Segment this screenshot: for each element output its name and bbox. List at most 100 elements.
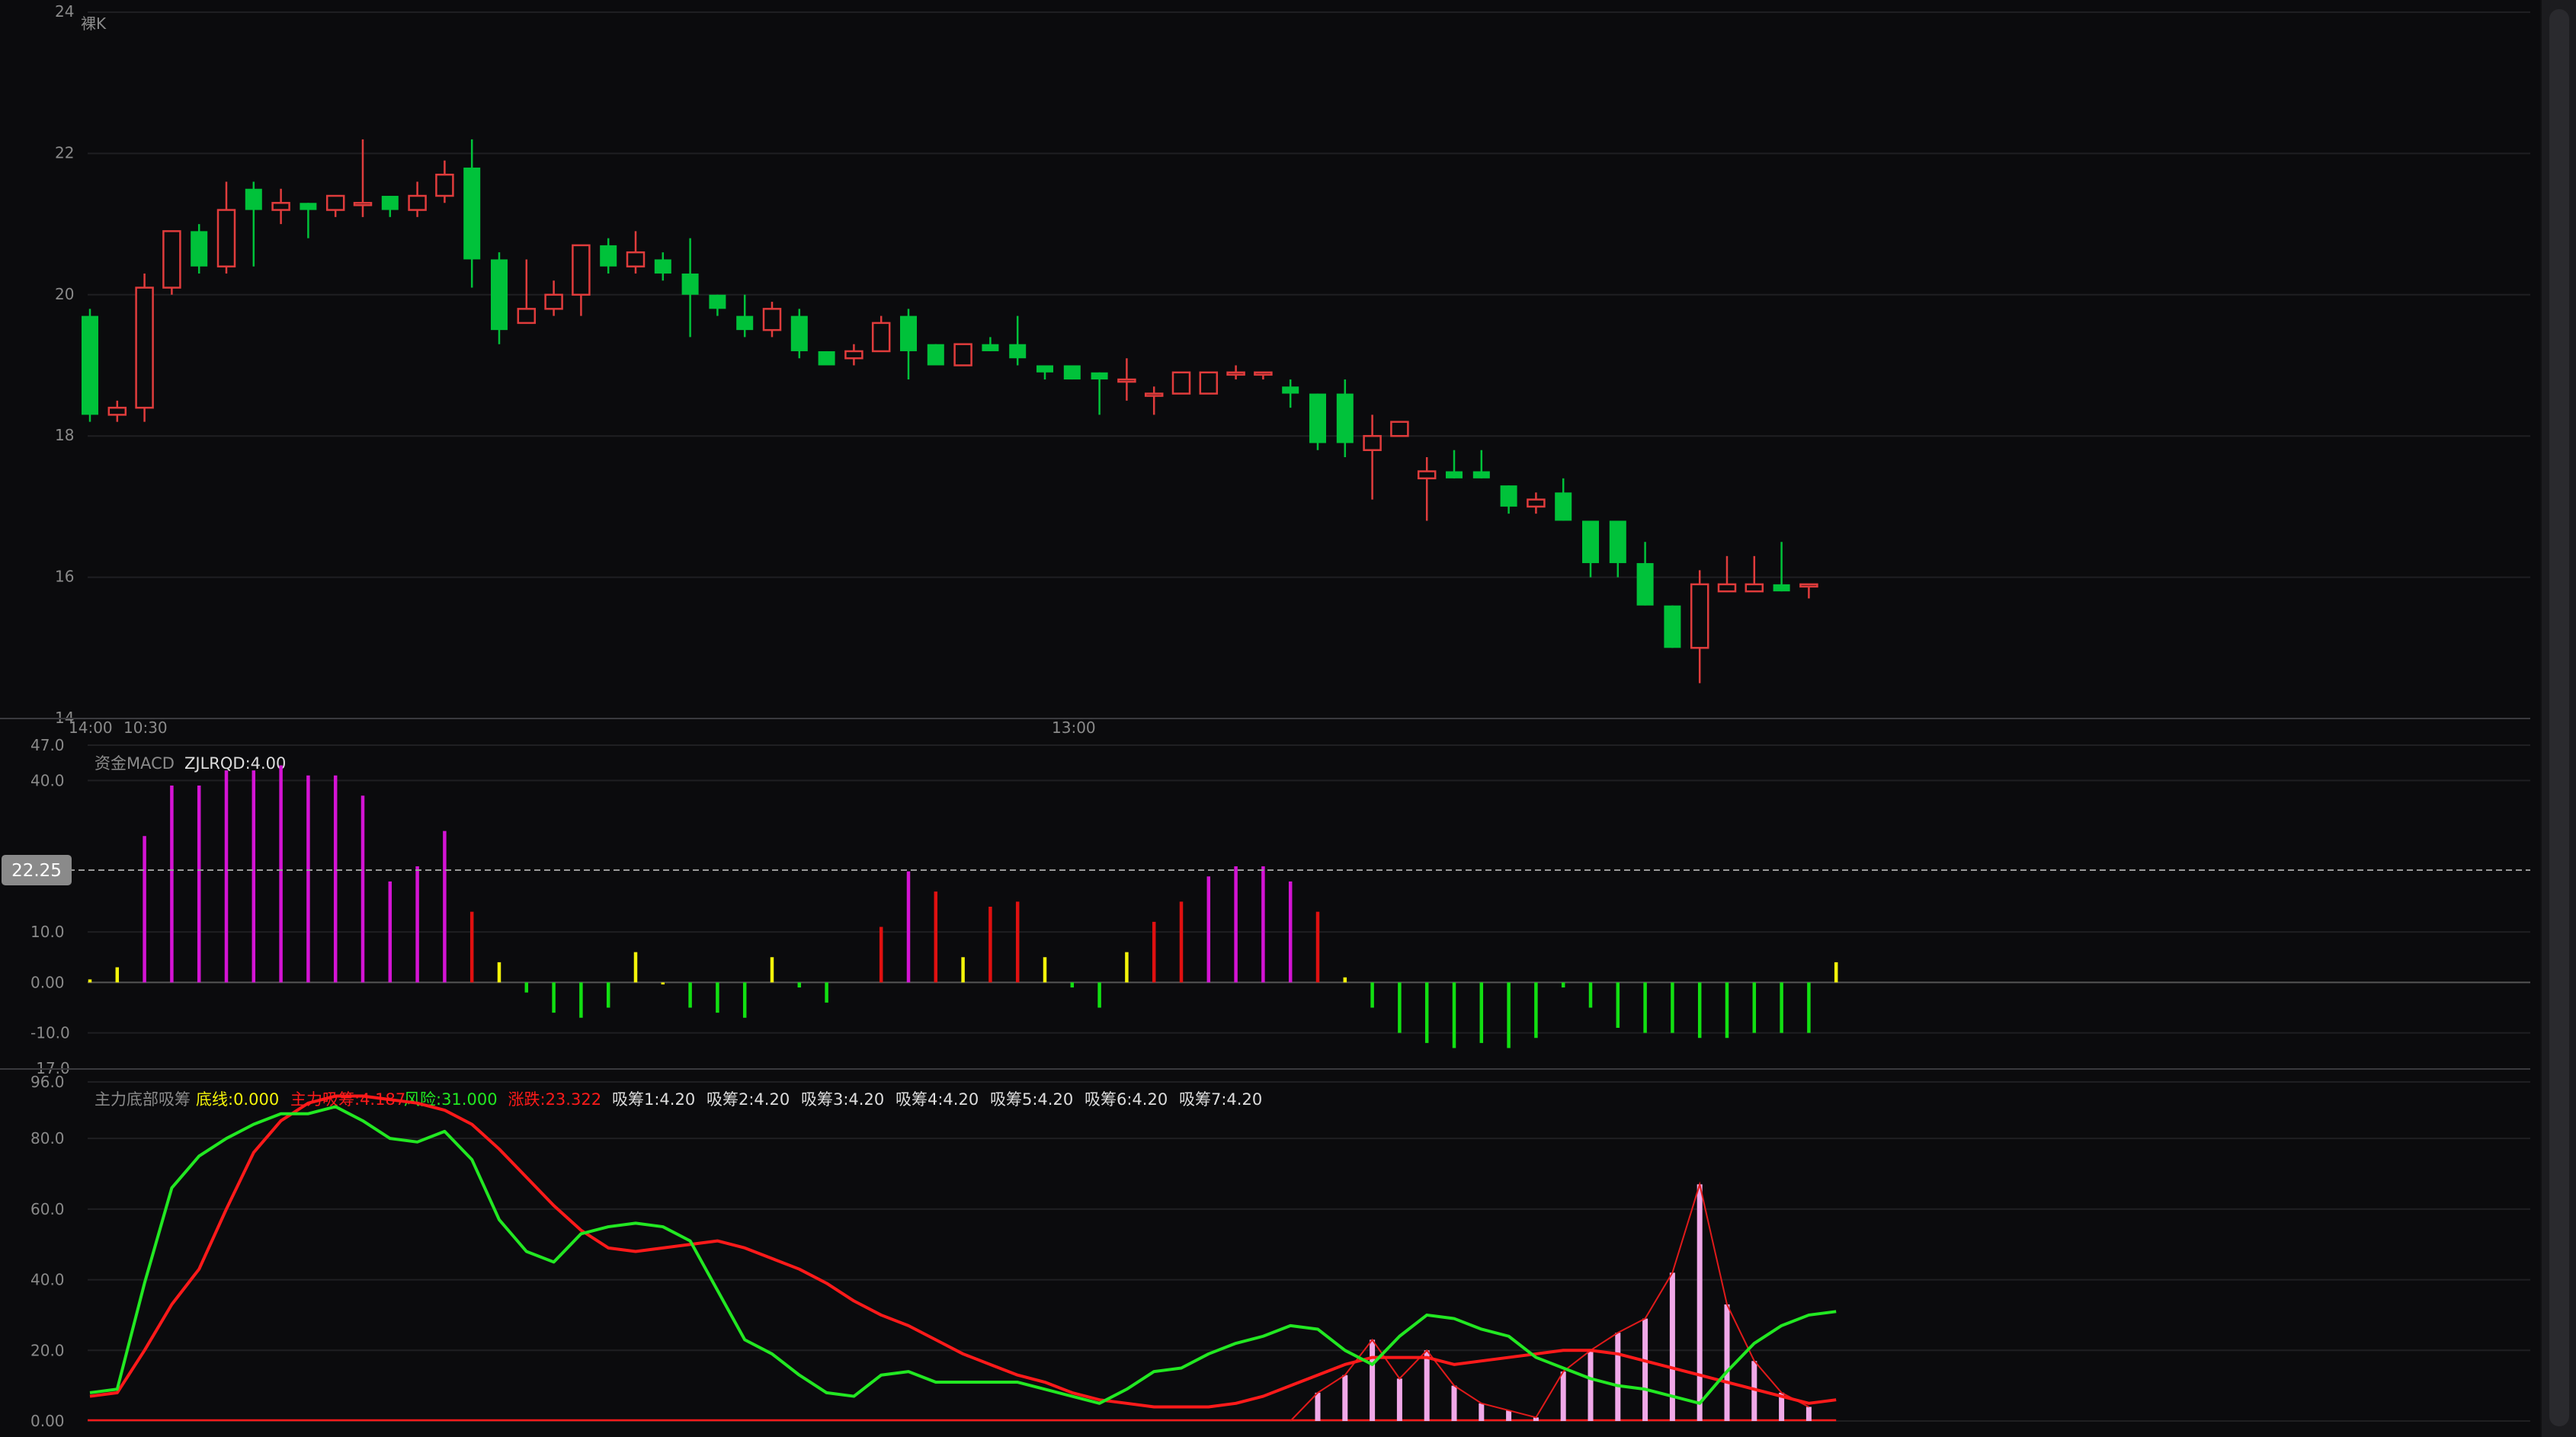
candle-body-up [517,308,537,325]
candle-body-up [572,244,591,296]
chart-canvas[interactable]: 242220181614裸K14:00 10:30 13:0047.040.010.… [0,0,2540,1437]
candle-body-up [353,202,373,206]
candle-body-up [544,293,563,310]
candle-body-up [1144,392,1164,397]
stock-chart-panel[interactable]: 24 22 20 18 16 14 裸K 14:00 10:30 13:00 47.0 40.0 10.… [0,0,2576,1437]
mf-title: 主力底部吸筹 [95,1090,191,1109]
candle-body-up [1745,583,1764,593]
mf-legend-item: 吸筹3:4.20 [801,1090,884,1109]
candle-body-up [1254,371,1273,376]
mf-legend-item: 涨跌:23.322 [508,1090,602,1109]
mf-y-tick: 20.0 [30,1341,65,1359]
candle-body-down [709,294,726,309]
mf-legend-item: 吸筹6:4.20 [1085,1090,1168,1109]
mf-legend-item: 吸筹4:4.20 [896,1090,979,1109]
macd-legend: ZJLRQD:4.00 [184,754,286,773]
mf-y-tick: 80.0 [30,1129,65,1147]
candle-body-down [1609,520,1626,564]
candle-body-down [654,259,671,274]
candle-body-down [982,344,999,351]
candle-body-down [1009,344,1027,359]
candle-body-up [216,209,236,267]
kline-y-tick: 22 [55,143,74,162]
candle-body-up [162,230,181,289]
candle-body-up [1717,583,1737,593]
kline-y-tick: 16 [55,568,74,586]
candle-body-up [1226,371,1245,376]
vertical-scrollbar[interactable] [2540,0,2576,1437]
candle-body-down [1091,372,1108,380]
candle-body-down [736,315,754,331]
candle-body-up [1199,371,1219,395]
candle-body-down [1336,393,1354,443]
candle-body-down [1446,471,1463,478]
candle-body-down [1636,563,1654,606]
kline-y-tick: 20 [55,285,74,303]
candle-body-up [844,350,863,360]
mf-y-tick: 96.0 [30,1073,65,1091]
mf-legend-item: 吸筹1:4.20 [612,1090,695,1109]
candle-body-down [300,203,317,210]
candle-body-up [1363,434,1382,451]
candle-body-down [1309,393,1326,443]
change-line [89,1094,1837,1409]
current-value-tag: 22.25 [11,861,62,881]
candle-body-up [325,194,345,211]
candle-body-down [491,259,508,331]
candle-body-down [600,245,617,267]
mf-y-tick: 60.0 [30,1200,65,1218]
candle-body-down [900,315,917,351]
candle-body-up [1417,470,1437,480]
macd-y-tick: 40.0 [30,771,65,789]
mf-y-tick: 0.00 [30,1412,65,1430]
candle-body-up [271,202,290,211]
macd-y-tick: -10.0 [30,1024,70,1042]
candle-body-down [191,231,208,267]
candle-body-up [1117,378,1136,383]
accumulation-outline [1290,1181,1809,1422]
candle-body-down [381,196,399,210]
candle-body-down [1282,386,1299,394]
mf-legend-item: 吸筹7:4.20 [1179,1090,1262,1109]
kline-y-tick: 18 [55,426,74,444]
candle-body-down [463,167,481,260]
candle-body-down [1472,471,1490,478]
candle-body-up [408,194,427,211]
candle-body-down [1555,492,1572,521]
macd-y-tick: 0.00 [30,973,65,991]
mf-legend-item: 吸筹2:4.20 [706,1090,790,1109]
candle-body-down [927,344,944,366]
kline-title: 裸K [81,14,107,33]
candle-body-up [435,173,454,197]
mf-legend-item: 底线:0.000 [196,1090,279,1109]
candle-body-down [82,315,98,415]
candle-body-up [107,406,127,416]
x-axis-time-label: 13:00 [1052,718,1096,737]
candle-body-down [1664,605,1681,648]
kline-y-tick: 24 [55,2,74,21]
mf-y-tick: 40.0 [30,1271,65,1289]
x-axis-time-label: 10:30 [123,718,168,737]
candle-body-down [1063,365,1081,380]
candle-body-up [762,308,782,331]
candle-body-down [1773,584,1790,592]
candle-body-up [953,343,972,366]
macd-y-tick: 10.0 [30,923,65,941]
macd-title: 资金MACD [95,754,175,773]
candle-body-up [135,286,154,409]
candle-body-up [626,251,646,267]
risk-line [89,1105,1837,1405]
candle-body-down [1500,485,1517,507]
candle-body-down [681,273,699,295]
candle-body-up [1527,498,1546,508]
candle-body-down [1582,520,1599,564]
candle-body-down [790,315,808,351]
scrollbar-thumb[interactable] [2549,9,2569,1426]
candle-body-down [1036,365,1053,373]
candle-body-up [1690,583,1709,649]
candle-body-up [1171,371,1191,395]
macd-y-tick: 47.0 [30,736,65,754]
mf-legend-item: 吸筹5:4.20 [990,1090,1073,1109]
x-axis-time-label: 14:00 [69,718,113,737]
candle-body-up [871,322,891,353]
